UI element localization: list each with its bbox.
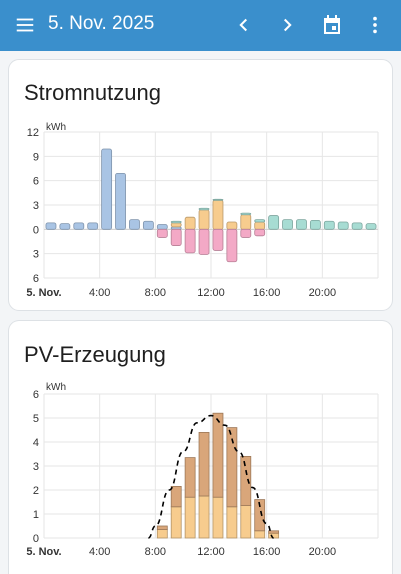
bar-grid-import [101,148,113,230]
bar-pv-upper [184,457,196,498]
bar-battery-charge [198,228,210,255]
x-tick-label: 4:00 [89,546,110,558]
bar-battery-discharge [170,220,182,224]
bar-battery-discharge [282,219,293,230]
bar-battery-discharge [296,219,307,230]
bar-grid-import [142,220,154,230]
pv-production-card: PV-Erzeugung 6 5 4 3 2 1 0 5. Nov. 4:00 8:00 12:00… [8,320,393,574]
bar-grid-import [156,224,168,230]
x-tick-label: 12:00 [197,546,225,558]
y-tick-label: 2 [33,485,39,497]
x-tick-label: 8:00 [145,287,166,299]
bar-battery-charge [170,228,182,246]
bar-pv-lower [170,506,182,539]
energy-usage-chart[interactable]: 12 9 6 3 0 3 6 5. Nov. 4:00 8:00 12:00 16:00 20:00 kW… [9,60,394,312]
bar-battery-discharge [351,222,363,230]
x-tick-label: 8:00 [145,546,166,558]
x-tick-label: 20:00 [309,287,337,299]
bar-pv-lower [212,496,224,539]
chevron-right-icon[interactable] [276,14,298,36]
bar-solar-direct [184,216,196,230]
y-tick-label: 3 [33,461,39,473]
y-tick-label: 6 [33,273,39,285]
bar-pv-lower [198,495,210,539]
bar-grid-import [129,219,140,230]
bar-solar-direct [240,214,252,230]
bar-solar-direct [254,221,266,230]
bar-battery-discharge [268,215,280,230]
x-tick-label: 16:00 [253,546,281,558]
bar-grid-import [87,222,99,230]
bar-battery-discharge [337,221,349,230]
y-tick-label: 0 [33,224,39,236]
top-app-bar: 5. Nov. 2025 [0,0,401,51]
bar-grid-import [73,222,85,230]
bar-battery-charge [156,228,168,238]
chevron-left-icon[interactable] [233,14,255,36]
x-tick-label: 12:00 [197,287,225,299]
bar-solar-direct [198,209,210,230]
bar-battery-charge [240,228,252,238]
bar-pv-upper [198,432,210,497]
x-tick-label: 20:00 [309,546,337,558]
bar-pv-upper [170,485,182,508]
bar-pv-upper [240,455,252,506]
bar-pv-lower [156,529,168,539]
bar-battery-discharge [365,223,377,230]
date-title[interactable]: 5. Nov. 2025 [48,13,154,35]
y-tick-label: 12 [27,127,39,139]
y-tick-label: 6 [33,389,39,401]
bar-solar-direct [170,222,182,228]
x-tick-label: 5. Nov. [26,546,61,558]
bar-pv-lower [240,505,252,539]
bar-battery-charge [254,228,266,237]
y-tick-label: 9 [33,151,39,163]
bar-pv-upper [212,412,224,498]
bar-grid-import [45,222,57,230]
bar-grid-import [59,223,71,230]
bar-battery-discharge [323,220,335,230]
y-tick-label: 4 [33,437,39,449]
bar-solar-direct [226,221,238,230]
bar-battery-discharge [309,220,321,230]
x-tick-label: 5. Nov. [26,287,61,299]
y-tick-label: 1 [33,509,39,521]
energy-usage-card: Stromnutzung 12 9 6 3 0 3 6 5. Nov. 4:00 8:00 12:0… [8,59,393,311]
bar-pv-lower [226,506,238,539]
y-tick-label: 3 [33,249,39,261]
bar-battery-discharge [212,198,224,201]
bar-battery-discharge [198,207,210,211]
bar-battery-discharge [240,212,252,216]
y-tick-label: 0 [33,533,39,545]
menu-icon[interactable] [14,14,36,36]
calendar-icon[interactable] [320,13,344,37]
y-tick-label: 5 [33,413,39,425]
y-tick-label: 6 [33,176,39,188]
bar-battery-charge [226,228,238,263]
bar-grid-import [115,172,126,230]
bar-pv-upper [156,525,168,530]
bar-battery-charge [212,228,224,251]
y-axis-unit: kWh [46,122,66,133]
pv-production-chart[interactable]: 6 5 4 3 2 1 05. Nov. 4:00 8:00 12:00 16:00 20:00 kWh [9,321,394,574]
bar-battery-discharge [254,219,266,223]
more-vertical-icon[interactable] [364,13,386,37]
x-tick-label: 4:00 [89,287,110,299]
bar-solar-direct [212,199,224,230]
bar-pv-lower [254,530,266,539]
bar-battery-charge [184,228,196,254]
x-tick-label: 16:00 [253,287,281,299]
y-tick-label: 3 [33,200,39,212]
bar-pv-lower [184,496,196,539]
y-axis-unit: kWh [46,382,66,393]
